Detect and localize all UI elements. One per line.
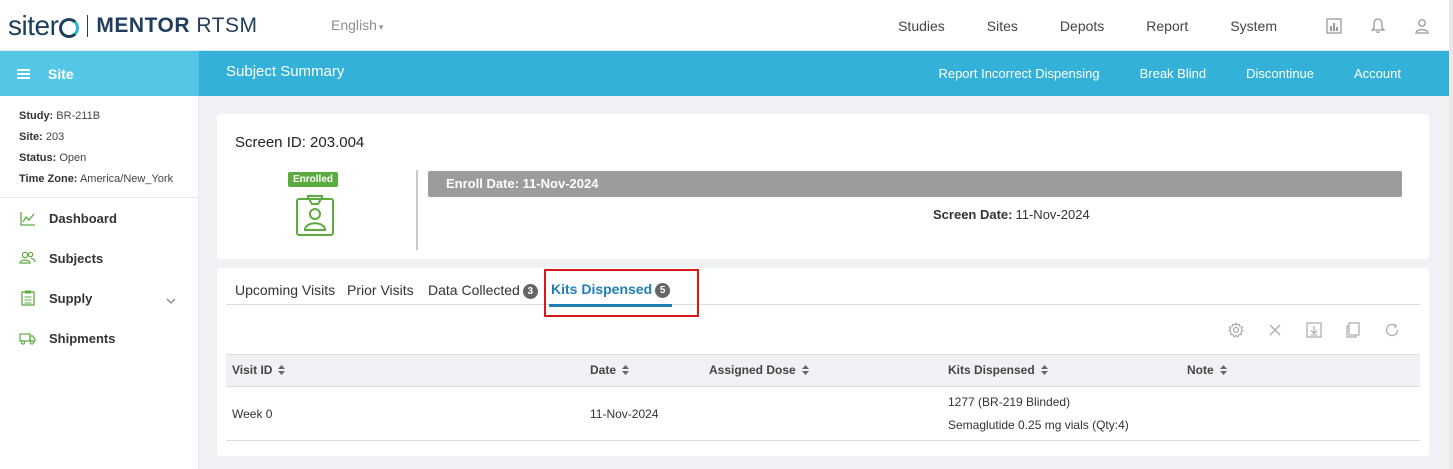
download-icon[interactable] [1305, 321, 1323, 339]
product-name: MENTOR RTSM [96, 14, 257, 38]
sort-icon[interactable] [622, 364, 630, 378]
report-incorrect-dispensing-link[interactable]: Report Incorrect Dispensing [938, 66, 1099, 81]
tab-prior-visits[interactable]: Prior Visits [347, 282, 414, 298]
clipboard-list-icon [19, 290, 36, 307]
nav-sites[interactable]: Sites [987, 18, 1018, 34]
count-badge: 3 [522, 284, 538, 299]
sidebar-item-label: Shipments [49, 330, 116, 346]
cell-note [1181, 386, 1420, 441]
cell-visit-id: Week 0 [226, 386, 584, 441]
sidebar-item-dashboard[interactable]: Dashboard [0, 198, 198, 238]
clipboard-user-icon [295, 195, 335, 240]
chart-line-icon [19, 210, 36, 227]
column-header-date[interactable]: Date [584, 354, 703, 387]
users-icon [19, 250, 36, 267]
close-icon[interactable] [1266, 321, 1284, 339]
table-header-row: Visit ID Date Assigned Dose Kits Dispens… [226, 354, 1420, 387]
refresh-icon[interactable] [1383, 321, 1401, 339]
info-status: Status: Open [19, 152, 87, 164]
nav-depots[interactable]: Depots [1060, 18, 1104, 34]
copy-icon[interactable] [1344, 321, 1362, 339]
column-header-kits-dispensed[interactable]: Kits Dispensed [942, 354, 1181, 387]
tab-label: Data Collected [428, 282, 520, 298]
page-header: Subject Summary Report Incorrect Dispens… [199, 51, 1449, 96]
sidebar-item-shipments[interactable]: Shipments [0, 318, 198, 358]
nav-system[interactable]: System [1230, 18, 1277, 34]
kit-line: 1277 (BR-219 Blinded) [948, 394, 1071, 409]
menu-icon[interactable] [17, 67, 30, 81]
info-study: Study: BR-211B [19, 110, 101, 122]
summary-divider [416, 170, 418, 250]
screen-date: Screen Date: 11-Nov-2024 [933, 207, 1090, 222]
account-link[interactable]: Account [1354, 66, 1401, 81]
discontinue-link[interactable]: Discontinue [1246, 66, 1314, 81]
language-label: English [331, 17, 377, 33]
header-actions: Report Incorrect Dispensing Break Blind … [898, 66, 1401, 81]
screen-id-label: Screen ID: [235, 134, 306, 151]
bell-icon[interactable] [1369, 17, 1387, 35]
sidebar-item-subjects[interactable]: Subjects [0, 238, 198, 278]
caret-down-icon: ▾ [378, 22, 384, 32]
app-logo[interactable]: siter MENTOR RTSM [8, 12, 258, 40]
chevron-down-icon[interactable] [166, 292, 176, 307]
tab-bar: Upcoming Visits Prior Visits Data Collec… [226, 268, 1420, 317]
sidebar-item-label: Dashboard [49, 210, 117, 226]
enroll-date-bar: Enroll Date: 11-Nov-2024 [428, 171, 1402, 197]
sidebar: Study: BR-211B Site: 203 Status: Open Ti… [0, 96, 199, 469]
column-header-note[interactable]: Note [1181, 354, 1420, 387]
product-name-rest: RTSM [196, 14, 258, 37]
screen-date-value: 11-Nov-2024 [1015, 207, 1090, 222]
cell-kits-dispensed: 1277 (BR-219 Blinded) Semaglutide 0.25 m… [942, 386, 1181, 441]
user-icon[interactable] [1413, 17, 1431, 35]
logo-divider [87, 15, 89, 37]
tab-data-collected[interactable]: Data Collected 3 [428, 282, 538, 299]
info-site: Site: 203 [19, 131, 65, 143]
brand-name: siter [8, 10, 59, 41]
break-blind-link[interactable]: Break Blind [1140, 66, 1206, 81]
cell-assigned-dose [703, 386, 942, 441]
column-header-visit-id[interactable]: Visit ID [226, 354, 584, 387]
sidebar-header: Site [0, 51, 199, 96]
settings-icon[interactable] [1227, 321, 1245, 339]
highlight-box [544, 269, 699, 317]
nav-report[interactable]: Report [1146, 18, 1188, 34]
visits-card: Upcoming Visits Prior Visits Data Collec… [217, 268, 1429, 456]
nav-studies[interactable]: Studies [898, 18, 945, 34]
table-row[interactable]: Week 0 11-Nov-2024 1277 (BR-219 Blinded)… [226, 386, 1420, 441]
sort-icon[interactable] [801, 364, 809, 378]
subject-summary-card: Screen ID: 203.004 Enrolled Enroll Date:… [217, 114, 1429, 259]
language-dropdown[interactable]: English ▾ [331, 17, 383, 33]
table-toolbar [1206, 321, 1401, 339]
tab-upcoming-visits[interactable]: Upcoming Visits [235, 282, 335, 298]
sort-icon[interactable] [278, 364, 286, 378]
sort-icon[interactable] [1219, 364, 1227, 378]
kits-dispensed-table: Visit ID Date Assigned Dose Kits Dispens… [226, 354, 1420, 441]
sidebar-item-label: Subjects [49, 250, 104, 266]
sort-icon[interactable] [1040, 364, 1048, 378]
sidebar-title: Site [48, 65, 74, 82]
tab-label: Upcoming Visits [235, 282, 336, 298]
site-info: Study: BR-211B Site: 203 Status: Open Ti… [0, 96, 198, 198]
info-timezone: Time Zone: America/New_York [19, 173, 174, 185]
cell-date: 11-Nov-2024 [584, 386, 703, 441]
screen-id-value: 203.004 [310, 134, 365, 151]
top-nav: Studies Sites Depots Report System [898, 0, 1449, 51]
kit-line: Semaglutide 0.25 mg vials (Qty:4) [948, 417, 1129, 432]
tab-label: Prior Visits [347, 282, 414, 298]
chart-icon[interactable] [1325, 17, 1343, 35]
status-badge: Enrolled [288, 172, 339, 187]
window-scrollbar[interactable] [1449, 0, 1453, 469]
sidebar-item-label: Supply [49, 290, 93, 306]
screen-id: Screen ID: 203.004 [235, 134, 364, 151]
page-title: Subject Summary [226, 63, 345, 80]
top-navbar: siter MENTOR RTSM English ▾ Studies Sites… [0, 0, 1449, 51]
brand-logo-mark [59, 18, 80, 38]
column-header-assigned-dose[interactable]: Assigned Dose [703, 354, 942, 387]
screen-date-label: Screen Date: [933, 207, 1013, 222]
sidebar-item-supply[interactable]: Supply [0, 278, 198, 318]
product-name-bold: MENTOR [96, 14, 191, 37]
truck-icon [19, 330, 36, 347]
